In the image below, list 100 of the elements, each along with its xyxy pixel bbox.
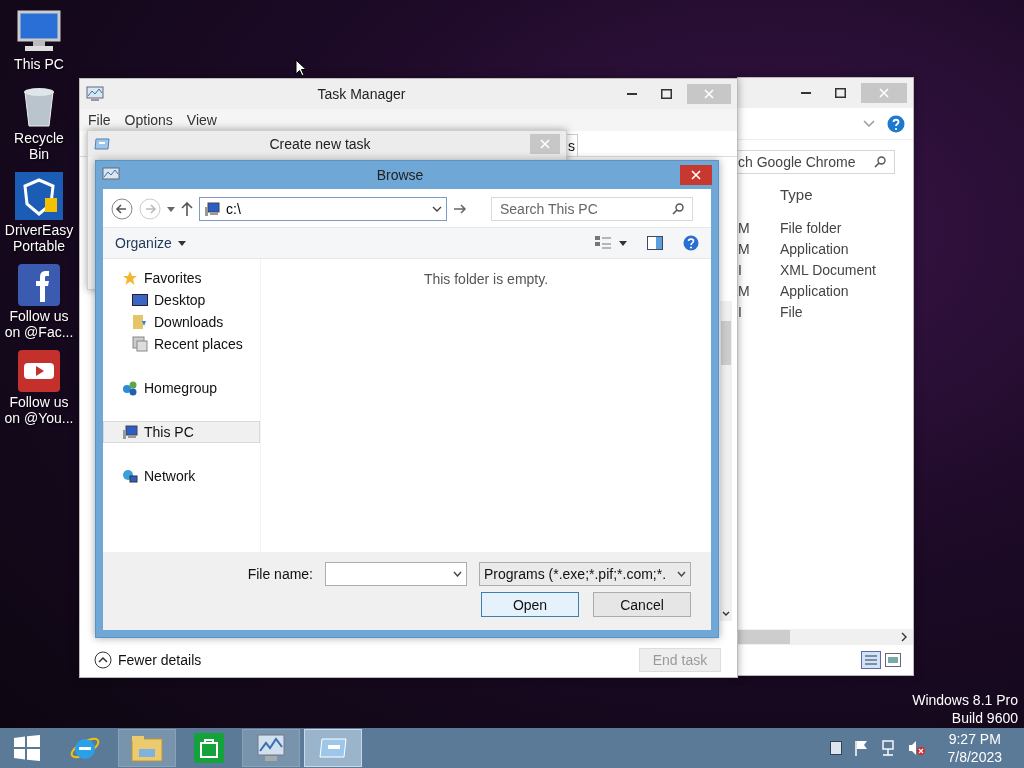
performance-monitor-icon [86,86,104,102]
network-icon [879,740,896,756]
nav-item[interactable]: Desktop [103,289,260,311]
desktop-icon-label[interactable]: Follow us on @Fac... [4,308,74,340]
nav-item[interactable]: Recent places [103,333,260,355]
folder-icon [131,734,163,762]
os-version-text: Build 9600 [951,710,1018,726]
table-cell-text: M [738,220,751,236]
nav-item[interactable]: Network [103,465,260,487]
dialog-title: Browse [375,167,425,183]
menu-item[interactable]: Options [124,112,173,128]
dialog-title: Create new task [268,136,372,152]
fewer-details-toggle[interactable]: Fewer details [94,651,202,669]
search-icon [874,156,886,168]
taskbar-button[interactable] [242,729,300,767]
menu-item[interactable]: View [186,112,217,128]
table-cell-text: M [738,241,751,257]
clock[interactable]: 9:27 PM 7/8/2023 [937,730,1002,766]
computer-icon [15,8,63,54]
tiles-view-icon [885,653,901,667]
scrollbar-thumb[interactable] [721,321,731,365]
menu-item[interactable]: File [88,112,111,128]
desktop-icon-label[interactable]: This PC [4,56,74,72]
dialog-button[interactable]: Cancel [593,592,691,617]
table-cell-text: I [738,304,743,320]
nav-item[interactable]: Homegroup [103,377,260,399]
facebook-icon [18,264,60,306]
file-type-dropdown[interactable]: Programs (*.exe;*.pif;*.com;*. [479,562,691,586]
taskbar-button[interactable] [304,729,362,767]
minimize-icon [627,93,637,95]
caret-down-icon [177,240,186,246]
star-icon [122,270,138,286]
desktop-peek-icon [829,741,842,755]
forward-button[interactable] [139,198,161,220]
search-field[interactable]: Search This PC [491,197,693,221]
performance-monitor-icon [102,167,120,183]
monitor-icon [132,294,148,306]
help-icon [683,235,699,251]
vertical-scrollbar[interactable] [720,301,732,621]
desktop-icon-label[interactable]: Follow us on @You... [4,394,74,426]
chevron-right-icon [901,632,907,642]
arrow-right-icon [453,203,467,215]
preview-pane-icon [647,236,663,250]
dialog-button[interactable]: Open [481,592,579,617]
chevron-up-icon [94,651,112,669]
horizontal-scrollbar[interactable] [738,629,913,645]
close-icon [879,88,889,98]
speaker-muted-icon [907,740,926,756]
table-cell-text: XML Document [780,262,877,278]
chevron-down-icon [863,119,875,128]
desktop-icon-label[interactable]: Recycle Bin [4,130,74,162]
details-view-icon [861,651,881,669]
desktop-icon-label[interactable]: DriverEasy Portable [4,222,74,254]
arrow-left-icon [111,198,133,220]
table-cell-text: File [780,304,804,320]
caret-down-icon [167,206,175,212]
os-version-text: Windows 8.1 Pro [912,692,1018,708]
performance-monitor-icon [255,733,287,763]
organize-menu[interactable]: Organize [115,235,186,251]
taskbar-button[interactable] [118,729,176,767]
field-label: File name: [247,566,313,582]
run-window-icon [94,138,110,150]
flag-icon [853,740,868,756]
list-view-icon [595,236,611,250]
file-name-field[interactable] [325,562,467,586]
nav-item[interactable]: This PC [103,421,260,443]
homegroup-icon [122,380,138,396]
computer-icon [204,201,220,217]
scrollbar-thumb[interactable] [738,630,790,644]
close-icon [704,89,714,99]
shopping-bag-icon [194,733,224,763]
folder-download-icon [132,314,148,330]
search-icon [672,203,684,215]
run-window-icon [318,736,348,760]
chevron-down-icon [432,206,442,212]
table-cell-text: File folder [780,220,843,236]
view-options-button[interactable] [595,236,627,250]
address-field[interactable]: c:\ [199,197,447,221]
table-cell-text: Application [780,283,850,299]
chevron-down-icon [722,611,730,617]
network-globe-icon [122,468,138,484]
caret-down-icon [619,240,627,246]
table-cell-text: Application [780,241,850,257]
nav-item[interactable]: Downloads [103,311,260,333]
recent-places-icon [132,336,148,352]
arrow-up-icon [181,202,193,216]
chevron-down-icon [677,571,686,577]
column-header[interactable]: Type [780,182,913,215]
close-button[interactable] [680,165,712,185]
minimize-icon [801,92,811,94]
arrow-right-icon [139,198,161,220]
table-cell-text: M [738,283,751,299]
shield-icon [15,172,63,220]
table-cell-text: I [738,262,743,278]
back-button[interactable] [111,198,133,220]
help-icon [887,114,905,133]
nav-item[interactable]: Favorites [103,267,260,289]
close-icon [691,170,701,180]
empty-folder-message: This folder is empty. [423,271,549,289]
search-field[interactable]: ch Google Chrome [738,150,895,174]
